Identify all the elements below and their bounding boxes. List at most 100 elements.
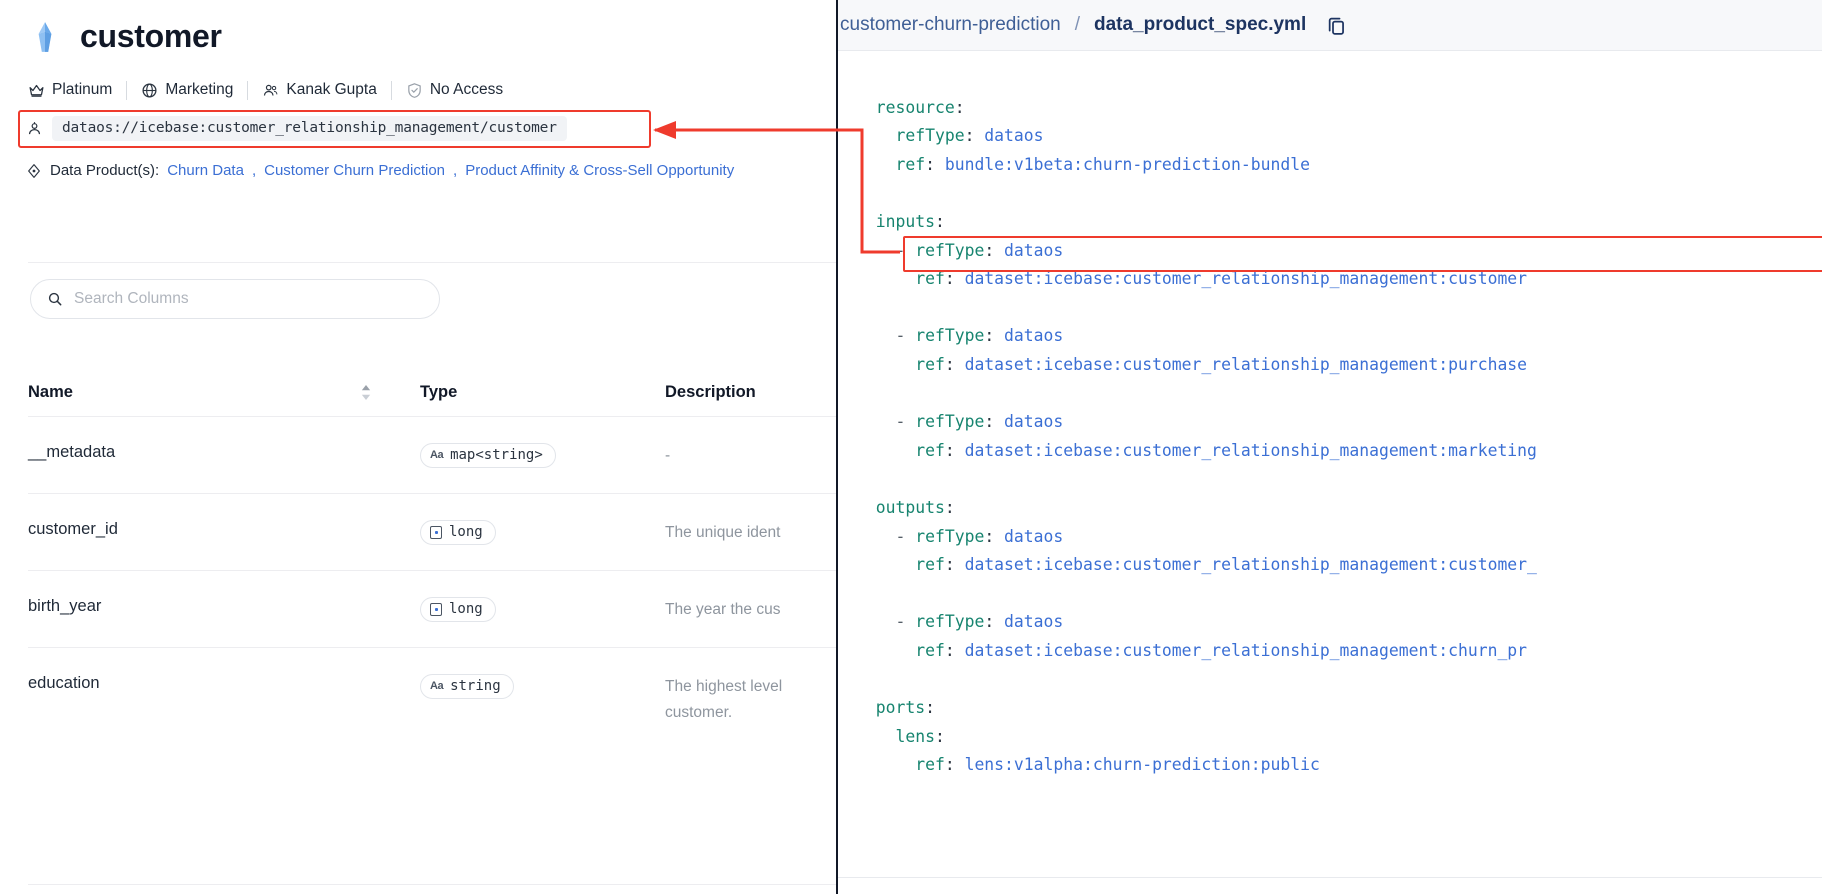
data-product-link-2[interactable]: Product Affinity & Cross-Sell Opportunit…: [465, 162, 734, 179]
yaml-key: refType: [915, 240, 985, 260]
table-row[interactable]: __metadata Aa map<string> -: [28, 416, 836, 493]
yaml-indent: [856, 755, 915, 774]
dp-sep-1: ,: [453, 162, 458, 179]
type-chip: Aa string: [420, 674, 514, 699]
yaml-line: lens:: [856, 723, 1822, 752]
copy-icon[interactable]: [1326, 15, 1347, 36]
yaml-value: dataset:icebase:customer_relationship_ma…: [954, 640, 1528, 660]
search-icon: [48, 292, 62, 306]
table-row[interactable]: education Aa string The highest level cu…: [28, 647, 836, 762]
dataset-meta-row: Platinum Marketing Kanak Gupta No Access: [28, 78, 517, 102]
yaml-key: refType: [915, 612, 985, 632]
breadcrumb-repo[interactable]: customer-churn-prediction: [840, 14, 1061, 36]
yaml-line: ref: dataset:icebase:customer_relationsh…: [856, 637, 1822, 666]
page-title-row: customer: [28, 18, 222, 55]
yaml-key: ref: [915, 354, 945, 374]
table-header-name-cell[interactable]: Name: [28, 383, 420, 402]
meta-tier[interactable]: Platinum: [28, 78, 126, 102]
data-product-link-1[interactable]: Customer Churn Prediction: [264, 162, 445, 179]
yaml-colon: :: [925, 154, 935, 174]
yaml-dash: -: [895, 326, 916, 346]
yaml-value: dataos: [994, 412, 1064, 432]
yaml-colon: :: [944, 497, 955, 517]
table-header-type[interactable]: Type: [420, 383, 665, 402]
section-divider: [28, 262, 836, 263]
yaml-line: [856, 465, 1822, 494]
column-name: __metadata: [28, 443, 116, 461]
yaml-key: ports: [875, 698, 926, 718]
column-type-cell: Aa string: [420, 674, 665, 699]
columns-table: Name Type Description __metadata Aa map<…: [28, 368, 836, 762]
yaml-line: - refType: dataos: [856, 322, 1822, 351]
text-type-glyph: Aa: [430, 680, 444, 692]
yaml-indent: [856, 241, 895, 260]
yaml-indent: [856, 126, 895, 145]
type-chip: long: [420, 597, 496, 622]
users-icon: [264, 84, 278, 96]
yaml-value: dataos: [994, 526, 1064, 546]
table-row[interactable]: customer_id long The unique ident: [28, 493, 836, 570]
type-label: map<string>: [450, 447, 543, 463]
type-chip: long: [420, 520, 496, 545]
column-type-cell: Aa map<string>: [420, 443, 665, 468]
yaml-value: dataos: [994, 326, 1064, 346]
data-product-link-0[interactable]: Churn Data: [167, 162, 244, 179]
yaml-key: ref: [915, 755, 945, 775]
dataset-address-value[interactable]: dataos://icebase:customer_relationship_m…: [52, 116, 567, 141]
yaml-line: [856, 665, 1822, 694]
yaml-key: lens: [895, 726, 935, 746]
number-type-glyph: [430, 602, 442, 616]
meta-owner[interactable]: Kanak Gupta: [248, 78, 390, 102]
yaml-value: lens:v1alpha:churn-prediction:public: [954, 755, 1320, 775]
yaml-line: [856, 65, 1822, 94]
yaml-colon: :: [925, 698, 935, 718]
dp-sep-0: ,: [251, 162, 257, 179]
column-type-cell: long: [420, 520, 665, 545]
yaml-line: ref: lens:v1alpha:churn-prediction:publi…: [856, 751, 1822, 780]
dataset-address-row[interactable]: dataos://icebase:customer_relationship_m…: [26, 116, 567, 141]
meta-domain[interactable]: Marketing: [127, 78, 247, 102]
table-row[interactable]: birth_year long The year the cus: [28, 570, 836, 647]
yaml-code-block[interactable]: resource: refType: dataos ref: bundle:v1…: [838, 51, 1822, 780]
yaml-breadcrumb-header: customer-churn-prediction / data_product…: [838, 0, 1822, 51]
column-name: customer_id: [28, 520, 118, 538]
yaml-line: ref: dataset:icebase:customer_relationsh…: [856, 551, 1822, 580]
yaml-indent: [856, 555, 915, 574]
yaml-key: ref: [915, 640, 945, 660]
table-header-row: Name Type Description: [28, 368, 836, 416]
number-type-glyph: [430, 525, 442, 539]
search-input[interactable]: [74, 290, 423, 308]
yaml-indent: [856, 212, 876, 231]
text-type-glyph: Aa: [430, 449, 444, 461]
dataset-details-panel: customer Platinum Marketing Kanak Gupta …: [0, 0, 836, 894]
yaml-line: inputs:: [856, 208, 1822, 237]
yaml-indent: [856, 498, 876, 517]
yaml-value: dataos: [994, 240, 1064, 260]
yaml-value: dataos: [974, 126, 1044, 146]
yaml-line: [856, 380, 1822, 409]
yaml-indent: [856, 269, 915, 288]
yaml-dash: -: [895, 412, 916, 432]
meta-domain-label: Marketing: [165, 81, 234, 98]
type-label: long: [449, 601, 483, 617]
data-products-label: Data Product(s):: [50, 162, 160, 179]
yaml-indent: [856, 441, 915, 460]
yaml-line: ref: dataset:icebase:customer_relationsh…: [856, 265, 1822, 294]
yaml-key: ref: [915, 440, 945, 460]
search-columns-box[interactable]: [30, 279, 440, 319]
yaml-dash: -: [895, 612, 916, 632]
table-header-description[interactable]: Description: [665, 383, 836, 402]
iceberg-icon: [38, 21, 52, 52]
type-label: long: [449, 524, 483, 540]
yaml-colon: :: [964, 126, 975, 146]
dataset-address-icon: [28, 122, 41, 135]
breadcrumb-file: data_product_spec.yml: [1093, 14, 1307, 35]
yaml-line: ports:: [856, 694, 1822, 723]
yaml-line: ref: dataset:icebase:customer_relationsh…: [856, 437, 1822, 466]
yaml-line: outputs:: [856, 494, 1822, 523]
sort-updown-icon[interactable]: [360, 384, 372, 401]
data-products-row: Data Product(s): Churn Data, Customer Ch…: [26, 162, 734, 179]
meta-access[interactable]: No Access: [392, 78, 517, 102]
yaml-colon: :: [984, 526, 995, 546]
crown-icon: [29, 84, 44, 97]
